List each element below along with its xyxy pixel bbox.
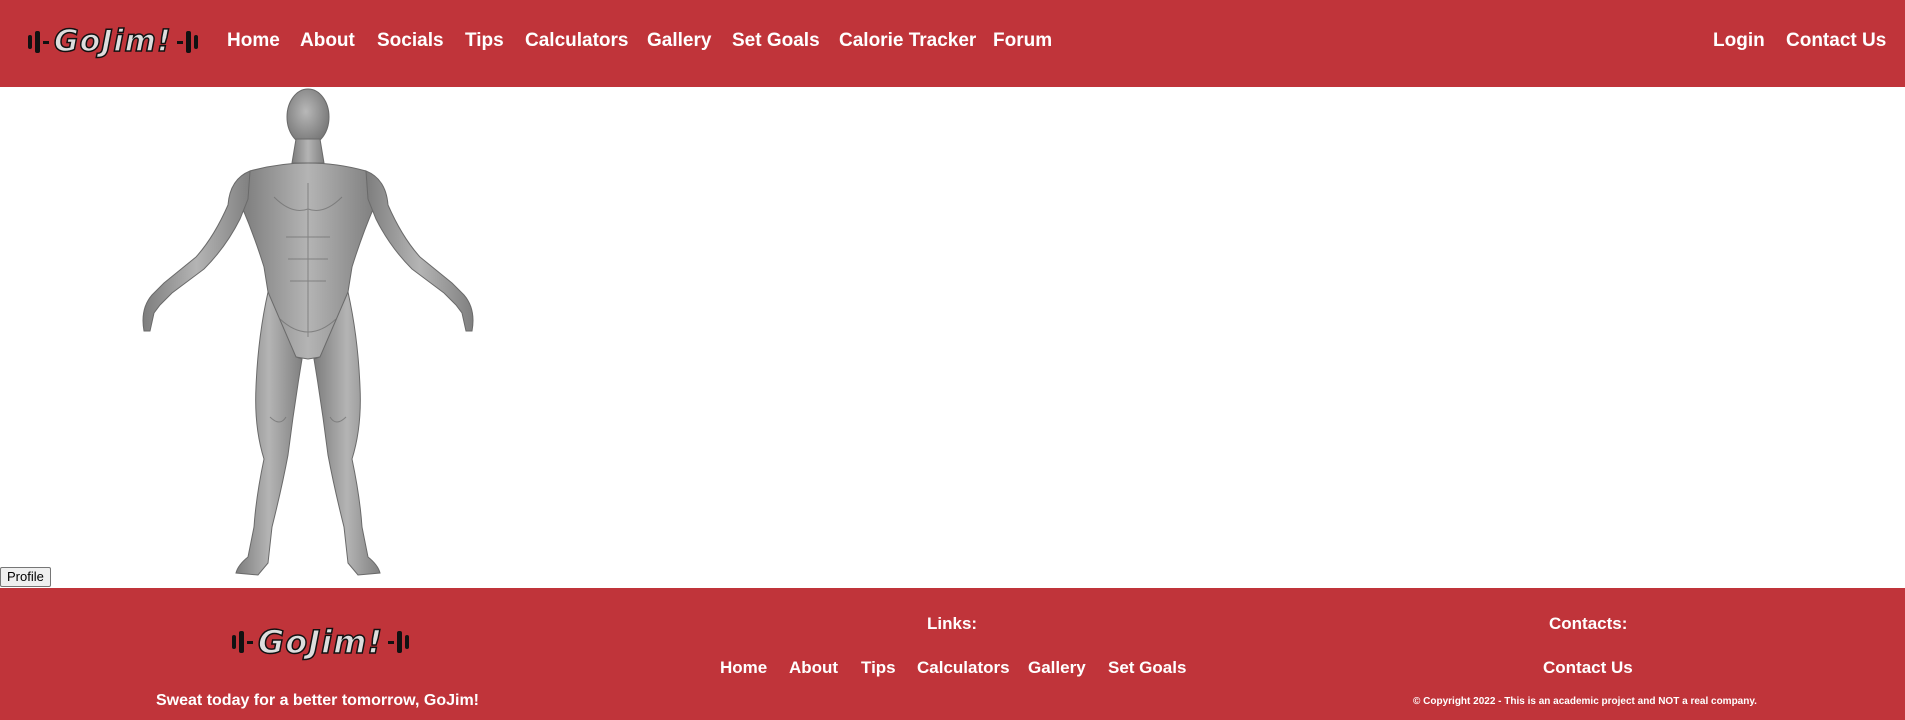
barbell-bar-icon xyxy=(247,640,253,644)
barbell-plate-icon xyxy=(185,31,191,53)
barbell-plate-icon xyxy=(397,631,403,653)
barbell-plate-icon xyxy=(239,631,244,653)
nav-gallery[interactable]: Gallery xyxy=(647,30,711,52)
nav-login[interactable]: Login xyxy=(1713,30,1765,52)
copyright-notice: © Copyright 2022 - This is an academic p… xyxy=(1413,696,1757,707)
nav-calorie-tracker[interactable]: Calorie Tracker xyxy=(839,30,976,52)
logo-text: GoJim! xyxy=(53,24,172,59)
footer-link-home[interactable]: Home xyxy=(720,658,767,678)
nav-contact-us[interactable]: Contact Us xyxy=(1786,30,1886,52)
footer-link-gallery[interactable]: Gallery xyxy=(1028,658,1086,678)
nav-about[interactable]: About xyxy=(300,30,355,52)
barbell-bar-icon xyxy=(43,40,49,44)
body-model-viewer[interactable] xyxy=(130,87,490,582)
barbell-bar-icon xyxy=(176,40,183,44)
footer-contact-us-link[interactable]: Contact Us xyxy=(1543,658,1633,678)
nav-tips[interactable]: Tips xyxy=(465,30,504,52)
nav-home[interactable]: Home xyxy=(227,30,280,52)
nav-socials[interactable]: Socials xyxy=(377,30,444,52)
footer: GoJim! Sweat today for a better tomorrow… xyxy=(0,588,1905,720)
footer-tagline: Sweat today for a better tomorrow, GoJim… xyxy=(156,692,480,709)
barbell-plate-icon xyxy=(405,635,410,649)
footer-link-calculators[interactable]: Calculators xyxy=(917,658,1010,678)
profile-button[interactable]: Profile xyxy=(0,567,51,587)
barbell-plate-icon xyxy=(193,35,198,49)
footer-logo-text: GoJim! xyxy=(257,623,384,661)
footer-gojim-logo[interactable]: GoJim! xyxy=(232,623,410,661)
footer-link-tips[interactable]: Tips xyxy=(861,658,896,678)
footer-link-set-goals[interactable]: Set Goals xyxy=(1108,658,1186,678)
footer-links-heading: Links: xyxy=(927,614,978,633)
footer-contacts-heading: Contacts: xyxy=(1549,614,1628,633)
top-nav-bar: GoJim! Home About Socials Tips Calculato… xyxy=(0,0,1905,87)
barbell-plate-icon xyxy=(28,35,32,49)
barbell-plate-icon xyxy=(35,31,40,53)
barbell-bar-icon xyxy=(388,640,395,644)
nav-set-goals[interactable]: Set Goals xyxy=(732,30,820,52)
footer-link-about[interactable]: About xyxy=(789,658,838,678)
nav-forum[interactable]: Forum xyxy=(993,30,1052,52)
barbell-plate-icon xyxy=(232,635,236,649)
gojim-logo[interactable]: GoJim! xyxy=(28,24,198,59)
nav-calculators[interactable]: Calculators xyxy=(525,30,628,52)
human-body-model xyxy=(142,88,474,576)
